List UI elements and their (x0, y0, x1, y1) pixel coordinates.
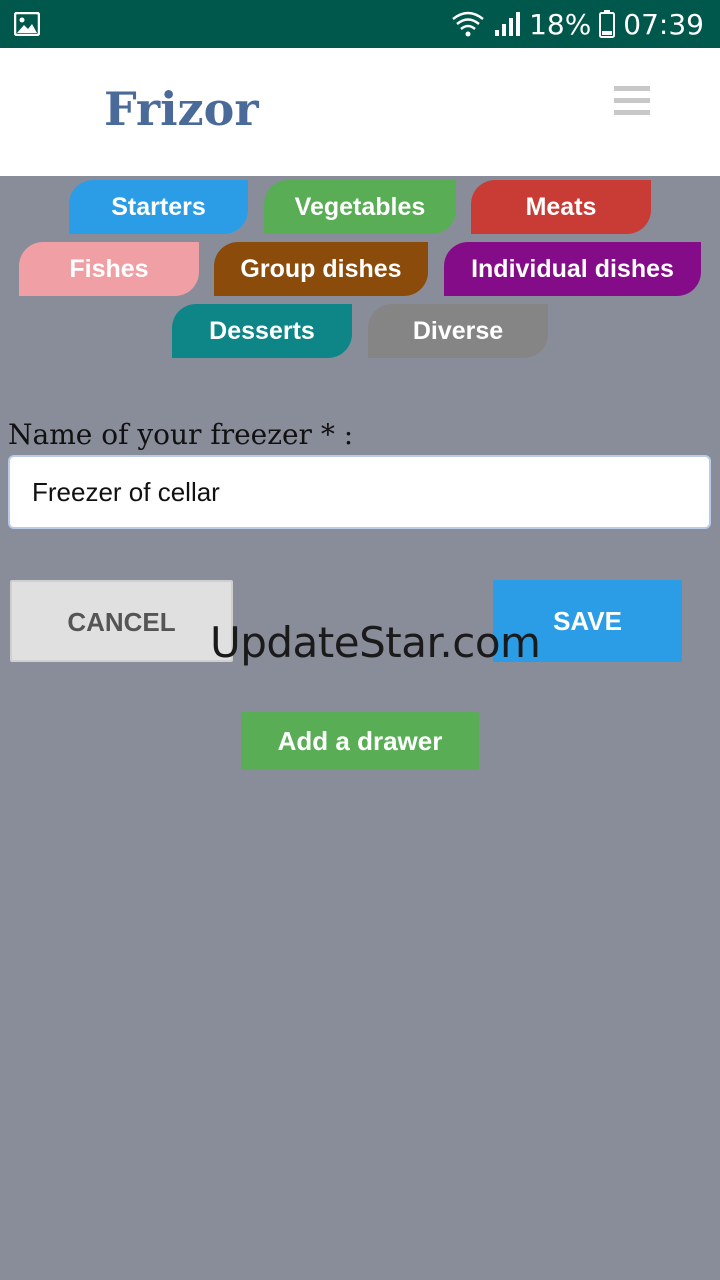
add-drawer-button[interactable]: Add a drawer (241, 712, 479, 770)
freezer-name-label: Name of your freezer * : (8, 418, 354, 451)
category-starters[interactable]: Starters (69, 180, 248, 234)
freezer-name-input[interactable] (8, 455, 711, 529)
category-fishes[interactable]: Fishes (19, 242, 199, 296)
clock: 07:39 (623, 7, 704, 41)
category-diverse[interactable]: Diverse (368, 304, 548, 358)
status-bar: 18% 07:39 (0, 0, 720, 48)
wifi-icon (452, 11, 484, 37)
app-header: Frizor (0, 48, 720, 176)
app-title: Frizor (104, 82, 259, 136)
category-desserts[interactable]: Desserts (172, 304, 352, 358)
category-vegetables[interactable]: Vegetables (264, 180, 456, 234)
category-meats[interactable]: Meats (471, 180, 651, 234)
category-individual-dishes[interactable]: Individual dishes (444, 242, 701, 296)
watermark: UpdateStar.com (210, 618, 541, 667)
cancel-button[interactable]: CANCEL (10, 580, 233, 662)
battery-icon (599, 10, 616, 38)
gallery-icon (14, 12, 40, 36)
hamburger-menu-icon[interactable] (614, 86, 650, 118)
category-group-dishes[interactable]: Group dishes (214, 242, 428, 296)
signal-icon (495, 12, 521, 36)
battery-percent: 18% (529, 7, 592, 41)
